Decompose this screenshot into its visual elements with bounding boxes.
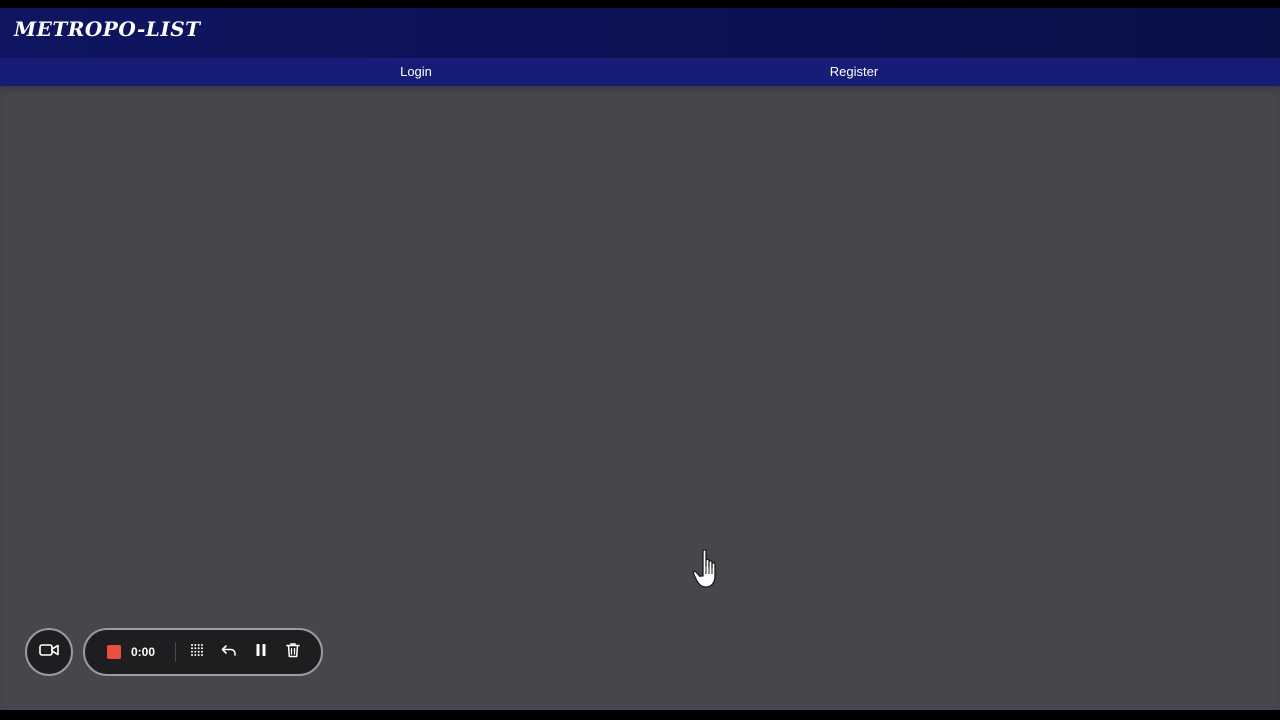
undo-button[interactable] (219, 642, 239, 662)
recording-timer: 0:00 (131, 645, 156, 659)
browser-viewport: METROPO-LIST Login Register (0, 8, 1280, 710)
main-content (0, 86, 1280, 710)
grid-button[interactable] (187, 642, 207, 662)
brand-logo[interactable]: METROPO-LIST (14, 17, 201, 41)
top-header: METROPO-LIST (0, 8, 1280, 58)
controls-divider (175, 642, 176, 662)
undo-icon (221, 643, 237, 662)
screen-frame: METROPO-LIST Login Register 0:00 (0, 0, 1280, 720)
pause-button[interactable] (251, 642, 271, 662)
nav-login-link[interactable]: Login (380, 58, 452, 86)
camera-toggle-button[interactable] (25, 628, 73, 676)
main-nav: Login Register (0, 58, 1280, 86)
grid-icon (190, 643, 204, 662)
recording-controls: 0:00 (83, 628, 323, 676)
stop-recording-button[interactable] (107, 645, 121, 659)
pause-icon (255, 643, 267, 662)
trash-icon (286, 642, 300, 663)
nav-register-link[interactable]: Register (814, 58, 894, 86)
delete-button[interactable] (283, 642, 303, 662)
video-camera-icon (39, 643, 59, 662)
